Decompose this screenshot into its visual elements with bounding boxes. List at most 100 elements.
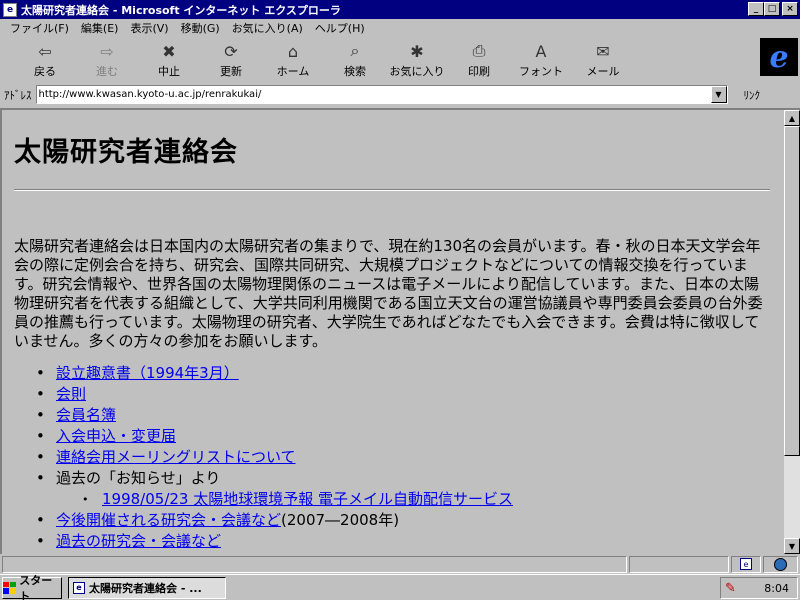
link-forecast-service[interactable]: 1998/05/23 太陽地球環境予報 電子メイル自動配信サービス xyxy=(102,490,513,508)
favorites-icon: ✱ xyxy=(410,41,424,61)
menu-edit[interactable]: 編集(E) xyxy=(75,20,125,36)
link-membership-form[interactable]: 入会申込・変更届 xyxy=(56,427,176,445)
link-bylaws[interactable]: 会則 xyxy=(56,385,86,403)
status-zone-panel xyxy=(763,555,798,573)
taskbar-item-ie[interactable]: e 太陽研究者連絡会 - ... xyxy=(68,576,226,599)
search-label: 検索 xyxy=(344,65,366,78)
forward-label: 進む xyxy=(96,65,118,78)
system-tray: ✎ 8:04 xyxy=(720,577,798,599)
address-input[interactable] xyxy=(36,87,707,102)
task-label: 太陽研究者連絡会 - ... xyxy=(89,581,202,595)
mail-icon: ✉ xyxy=(596,41,610,61)
start-label: スタート xyxy=(19,573,53,600)
menu-favorites[interactable]: お気に入り(A) xyxy=(226,20,309,36)
refresh-button[interactable]: ⟳ 更新 xyxy=(200,37,262,81)
list-item: 1998/05/23 太陽地球環境予報 電子メイル自動配信サービス xyxy=(82,489,770,510)
intro-paragraph: 太陽研究者連絡会は日本国内の太陽研究者の集まりで、現在約130名の会員がいます。… xyxy=(14,237,763,350)
stop-button[interactable]: ✖ 中止 xyxy=(138,37,200,81)
link-list: 設立趣意書（1994年3月） 会則 会員名簿 入会申込・変更届 連絡会用メーリン… xyxy=(14,363,770,552)
list-item: 過去の「お知らせ」より 1998/05/23 太陽地球環境予報 電子メイル自動配… xyxy=(36,468,770,510)
toolbar: ⇦ 戻る ⇨ 進む ✖ 中止 ⟳ 更新 ⌂ ホーム ⌕ 検索 ✱ お気に入り ⎙… xyxy=(0,37,800,83)
back-label: 戻る xyxy=(34,65,56,78)
address-label: ｱﾄﾞﾚｽ xyxy=(4,88,32,102)
forward-button[interactable]: ⇨ 進む xyxy=(76,37,138,81)
close-button[interactable]: × xyxy=(782,2,798,16)
print-label: 印刷 xyxy=(468,65,490,78)
address-field[interactable]: ▼ xyxy=(35,85,728,104)
refresh-icon: ⟳ xyxy=(224,41,238,61)
list-item: 過去の研究会・会議など xyxy=(36,531,770,552)
link-past-meetings[interactable]: 過去の研究会・会議など xyxy=(56,532,221,550)
windows-flag-icon xyxy=(3,581,17,594)
link-upcoming-meetings[interactable]: 今後開催される研究会・会議など xyxy=(56,511,281,529)
window-title: 太陽研究者連絡会 - Microsoft インターネット エクスプローラ xyxy=(21,3,341,17)
list-item: 今後開催される研究会・会議など(2007―2008年) xyxy=(36,510,770,531)
ie-page-icon: e xyxy=(3,2,17,17)
clock: 8:04 xyxy=(764,581,789,595)
menu-bar: ファイル(F) 編集(E) 表示(V) 移動(G) お気に入り(A) ヘルプ(H… xyxy=(0,19,800,37)
start-button[interactable]: スタート xyxy=(2,574,62,600)
back-arrow-icon: ⇦ xyxy=(38,41,52,61)
font-icon: A xyxy=(535,41,547,61)
scroll-down-button[interactable]: ▼ xyxy=(784,538,800,554)
link-mailing-list[interactable]: 連絡会用メーリングリストについて xyxy=(56,448,296,466)
menu-view[interactable]: 表示(V) xyxy=(124,20,174,36)
page-title: 太陽研究者連絡会 xyxy=(14,137,238,168)
internet-zone-icon xyxy=(774,557,787,571)
list-item: 連絡会用メーリングリストについて xyxy=(36,447,770,468)
refresh-label: 更新 xyxy=(220,65,242,78)
favorites-button[interactable]: ✱ お気に入り xyxy=(386,37,448,81)
scroll-up-button[interactable]: ▲ xyxy=(784,110,800,126)
sub-list: 1998/05/23 太陽地球環境予報 電子メイル自動配信サービス xyxy=(56,489,770,510)
links-button[interactable]: ﾘﾝｸ xyxy=(744,87,761,103)
content-viewport: 太陽研究者連絡会 太陽研究者連絡会は日本国内の太陽研究者の集まりで、現在約130… xyxy=(0,108,800,554)
search-button[interactable]: ⌕ 検索 xyxy=(324,37,386,81)
ie-logo-glyph: e xyxy=(769,39,789,75)
status-bar: e xyxy=(0,554,800,574)
maximize-button[interactable]: □ xyxy=(764,2,780,16)
search-icon: ⌕ xyxy=(350,41,360,60)
window-controls: _ □ × xyxy=(748,2,798,16)
menu-go[interactable]: 移動(G) xyxy=(175,20,226,36)
minimize-button[interactable]: _ xyxy=(748,2,764,16)
menu-help[interactable]: ヘルプ(H) xyxy=(309,20,371,36)
back-button[interactable]: ⇦ 戻る xyxy=(14,37,76,81)
page-icon: e xyxy=(740,558,752,570)
link-founding-statement[interactable]: 設立趣意書（1994年3月） xyxy=(56,364,239,382)
upcoming-years: (2007―2008年) xyxy=(281,511,400,529)
list-item: 会則 xyxy=(36,384,770,405)
stop-icon: ✖ xyxy=(162,41,176,61)
ime-pen-icon[interactable]: ✎ xyxy=(725,581,736,596)
font-button[interactable]: A フォント xyxy=(510,37,572,81)
scroll-thumb[interactable] xyxy=(784,126,800,456)
print-icon: ⎙ xyxy=(472,41,486,60)
taskbar: スタート e 太陽研究者連絡会 - ... ✎ 8:04 xyxy=(0,574,800,600)
home-icon: ⌂ xyxy=(287,41,299,61)
title-bar[interactable]: e 太陽研究者連絡会 - Microsoft インターネット エクスプローラ _… xyxy=(0,0,800,19)
list-item: 設立趣意書（1994年3月） xyxy=(36,363,770,384)
link-member-list[interactable]: 会員名簿 xyxy=(56,406,116,424)
status-text-panel xyxy=(2,555,627,573)
forward-arrow-icon: ⇨ xyxy=(100,41,114,61)
ie-task-icon: e xyxy=(73,581,85,594)
favorites-label: お気に入り xyxy=(389,65,445,78)
address-dropdown-button[interactable]: ▼ xyxy=(710,86,727,103)
stop-label: 中止 xyxy=(158,65,180,78)
mail-label: メール xyxy=(586,65,620,78)
status-page-panel: e xyxy=(731,555,761,573)
print-button[interactable]: ⎙ 印刷 xyxy=(448,37,510,81)
home-button[interactable]: ⌂ ホーム xyxy=(262,37,324,81)
list-item: 入会申込・変更届 xyxy=(36,426,770,447)
divider xyxy=(14,189,770,191)
mail-button[interactable]: ✉ メール xyxy=(572,37,634,81)
home-label: ホーム xyxy=(276,65,310,78)
address-bar: ｱﾄﾞﾚｽ ▼ ﾘﾝｸ xyxy=(0,83,800,106)
vertical-scrollbar[interactable]: ▲ ▼ xyxy=(784,110,800,554)
list-item: 会員名簿 xyxy=(36,405,770,426)
ie-logo-icon: e xyxy=(760,38,798,76)
status-progress-panel xyxy=(629,555,729,573)
page-content: 太陽研究者連絡会 太陽研究者連絡会は日本国内の太陽研究者の集まりで、現在約130… xyxy=(2,110,782,554)
font-label: フォント xyxy=(519,65,563,78)
past-notices-label: 過去の「お知らせ」より xyxy=(56,469,221,487)
menu-file[interactable]: ファイル(F) xyxy=(4,20,75,36)
